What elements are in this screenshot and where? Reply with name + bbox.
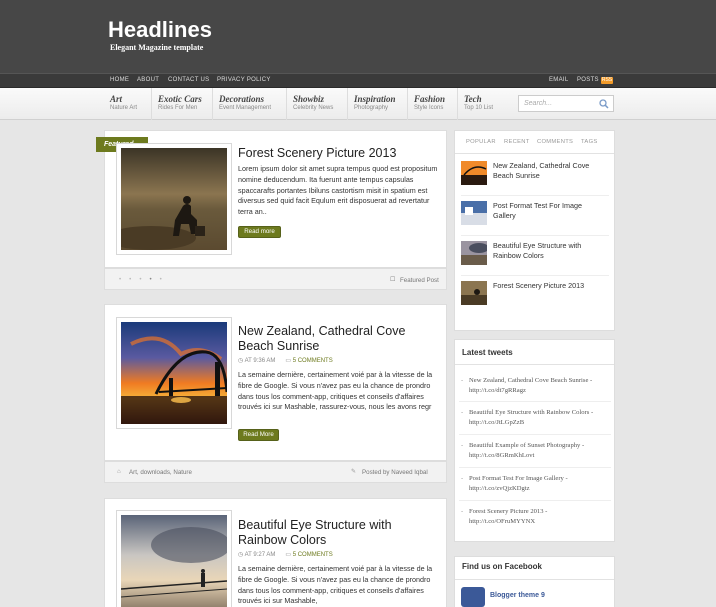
popular-thumb: [461, 201, 487, 225]
popular-thumb: [461, 161, 487, 185]
search-icon[interactable]: [599, 99, 609, 109]
post-meta: ◷ AT 9:27 AM ▭ 5 COMMENTS: [238, 551, 333, 558]
popular-item[interactable]: Post Format Test For Image Gallery: [461, 197, 609, 236]
search-input[interactable]: Search...: [524, 100, 552, 107]
nav-privacy[interactable]: PRIVACY POLICY: [217, 77, 271, 83]
post-labels[interactable]: Art, downloads, Nature: [129, 469, 192, 476]
tweet-item[interactable]: New Zealand, Cathedral Cove Beach Sunris…: [461, 376, 611, 396]
post-excerpt: Lorem ipsum dolor sit amet supra tempus …: [238, 164, 438, 217]
beach-sunrise-image: [121, 322, 229, 424]
category-fashion[interactable]: Fashion Style Icons: [408, 88, 458, 120]
tab-recent[interactable]: RECENT: [504, 139, 530, 145]
category-subtitle: Nature Art: [110, 105, 138, 111]
category-tech[interactable]: Tech Top 10 List: [458, 88, 504, 120]
author-icon: ✎: [351, 468, 357, 475]
category-subtitle: Photography: [354, 105, 389, 111]
tweet-item[interactable]: Forest Scenery Picture 2013 - http://t.c…: [461, 507, 611, 527]
rainbow-image: [120, 515, 231, 607]
post-thumbnail[interactable]: [116, 317, 232, 429]
tweet-item[interactable]: Beautiful Example of Sunset Photography …: [461, 441, 611, 461]
search-box[interactable]: Search...: [518, 95, 614, 112]
popular-link[interactable]: Post Format Test For Image Gallery: [493, 201, 603, 221]
read-more-button[interactable]: Read More: [238, 429, 279, 441]
post-title[interactable]: Forest Scenery Picture 2013: [238, 146, 438, 161]
category-art[interactable]: Art Nature Art: [104, 88, 152, 120]
widget-title: Latest tweets: [462, 348, 513, 357]
forest-scenery-image: [106, 148, 227, 250]
popular-link[interactable]: Forest Scenery Picture 2013: [493, 281, 603, 291]
post-time: AT 9:36 AM: [244, 358, 276, 364]
comment-icon: ☐: [390, 276, 396, 283]
category-inspiration[interactable]: Inspiration Photography: [348, 88, 408, 120]
post-excerpt: La semaine dernière, certainement voié p…: [238, 370, 433, 412]
category-title: Fashion: [414, 94, 446, 104]
category-subtitle: Top 10 List: [464, 105, 494, 111]
category-title: Inspiration: [354, 94, 396, 104]
post-footer: ••••• ☐ Featured Post: [104, 268, 447, 290]
read-more-button[interactable]: Read more: [238, 226, 281, 238]
popular-item[interactable]: New Zealand, Cathedral Cove Beach Sunris…: [461, 157, 609, 196]
category-exotic-cars[interactable]: Exotic Cars Rides For Men: [152, 88, 213, 120]
post-title[interactable]: New Zealand, Cathedral Cove Beach Sunris…: [238, 324, 438, 354]
post-time: AT 9:27 AM: [244, 552, 276, 558]
popular-thumb: [461, 281, 487, 305]
post-thumbnail[interactable]: [116, 510, 232, 607]
site-title[interactable]: Headlines: [108, 17, 212, 43]
tab-popular[interactable]: POPULAR: [466, 139, 496, 145]
category-title: Tech: [464, 94, 482, 104]
nav-about[interactable]: ABOUT: [137, 77, 159, 83]
clock-icon: ◷: [238, 552, 245, 558]
post-meta: ◷ AT 9:36 AM ▭ 5 COMMENTS: [238, 357, 333, 364]
facebook-page-avatar[interactable]: [461, 587, 485, 607]
post-excerpt: La semaine dernière, certainement voié p…: [238, 564, 433, 606]
nav-contact[interactable]: CONTACT US: [168, 77, 209, 83]
tweet-item[interactable]: Beautiful Eye Structure with Rainbow Col…: [461, 408, 611, 428]
comment-icon: ▭: [285, 358, 293, 364]
comment-icon: ▭: [285, 552, 293, 558]
clock-icon: ◷: [238, 358, 245, 364]
tab-tags[interactable]: TAGS: [581, 139, 598, 145]
category-title: Art: [110, 94, 123, 104]
post-thumbnail[interactable]: [106, 143, 232, 255]
nav-home[interactable]: HOME: [110, 77, 129, 83]
comments-link[interactable]: 5 COMMENTS: [293, 552, 333, 558]
nav-email[interactable]: EMAIL: [549, 77, 569, 83]
popular-item[interactable]: Forest Scenery Picture 2013: [461, 277, 609, 316]
category-subtitle: Event Management: [219, 105, 272, 111]
category-title: Decorations: [219, 94, 264, 104]
sidebar-tabs-widget: POPULAR RECENT COMMENTS TAGS New Zealand…: [454, 130, 615, 331]
category-decorations[interactable]: Decorations Event Management: [213, 88, 287, 120]
popular-thumb: [461, 241, 487, 265]
post-author[interactable]: Posted by Naveed Iqbal: [362, 469, 428, 476]
popular-item[interactable]: Beautiful Eye Structure with Rainbow Col…: [461, 237, 609, 276]
category-showbiz[interactable]: Showbiz Celebrity News: [287, 88, 348, 120]
category-title: Exotic Cars: [158, 94, 202, 104]
comments-link[interactable]: 5 COMMENTS: [293, 358, 333, 364]
tweet-item[interactable]: Post Format Test For Image Gallery - htt…: [461, 474, 611, 494]
popular-link[interactable]: Beautiful Eye Structure with Rainbow Col…: [493, 241, 603, 261]
category-title: Showbiz: [293, 94, 325, 104]
post-footer: ⌂ Art, downloads, Nature ✎ Posted by Nav…: [104, 461, 447, 483]
category-subtitle: Style Icons: [414, 105, 444, 111]
facebook-page-name[interactable]: Blogger theme 9: [490, 592, 545, 599]
rss-icon[interactable]: RSS: [601, 77, 613, 84]
post-title[interactable]: Beautiful Eye Structure with Rainbow Col…: [238, 518, 438, 548]
category-subtitle: Rides For Men: [158, 105, 198, 111]
site-description: Elegant Magazine template: [110, 43, 204, 52]
top-nav-bar: HOME ABOUT CONTACT US PRIVACY POLICY EMA…: [0, 73, 716, 88]
widget-title: Find us on Facebook: [462, 562, 543, 571]
nav-posts[interactable]: POSTS: [577, 77, 599, 83]
popular-link[interactable]: New Zealand, Cathedral Cove Beach Sunris…: [493, 161, 603, 181]
tab-comments[interactable]: COMMENTS: [537, 139, 573, 145]
featured-post-label: Featured Post: [400, 277, 439, 284]
tag-icon: ⌂: [117, 468, 121, 475]
category-subtitle: Celebrity News: [293, 105, 334, 111]
site-header: Headlines Elegant Magazine template: [0, 0, 716, 73]
slider-dots[interactable]: •••••: [119, 276, 170, 283]
